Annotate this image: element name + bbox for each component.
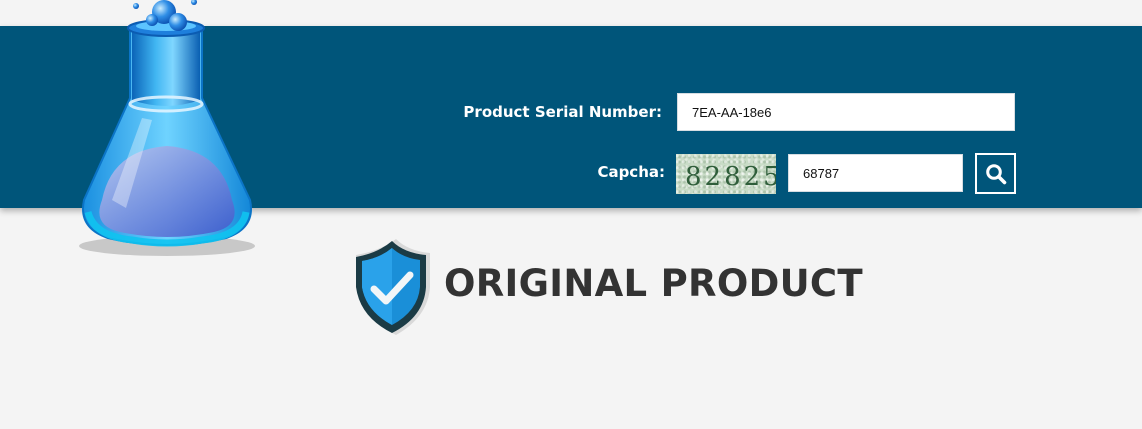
page: Product Serial Number: Capcha: 82825 <box>0 0 1142 429</box>
shield-check-icon <box>356 239 430 335</box>
captcha-label: Capcha: <box>597 163 665 181</box>
flask-icon <box>79 0 255 256</box>
search-button[interactable] <box>975 153 1016 194</box>
serial-number-input[interactable] <box>677 93 1015 131</box>
captcha-input[interactable] <box>788 154 963 192</box>
result-status-text: ORIGINAL PRODUCT <box>444 262 863 305</box>
captcha-image-text: 82825 <box>685 162 776 192</box>
serial-number-label: Product Serial Number: <box>463 103 662 121</box>
search-icon <box>985 163 1006 184</box>
captcha-image: 82825 <box>676 154 776 194</box>
